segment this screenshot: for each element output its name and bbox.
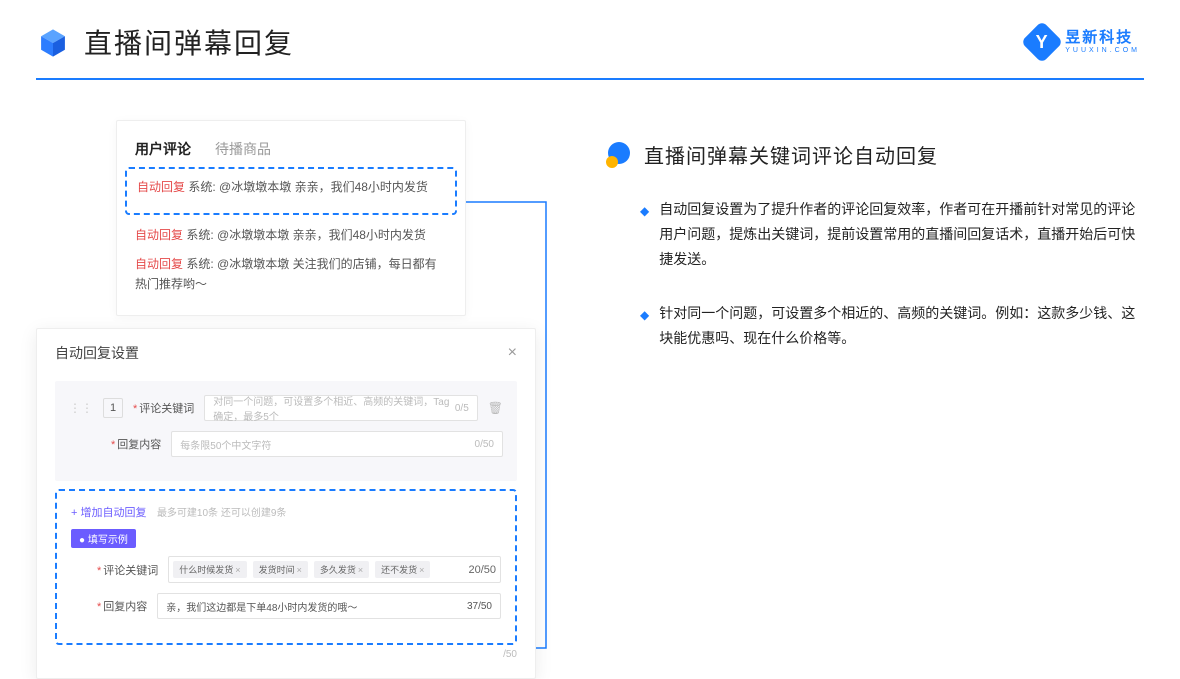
settings-header: 自动回复设置 × bbox=[55, 343, 517, 363]
system-label: 系统: bbox=[186, 228, 213, 242]
tag-item[interactable]: 多久发货× bbox=[314, 561, 369, 578]
bullet-text: 针对同一个问题，可设置多个相近的、高频的关键词。例如：这款多少钱、这块能优惠吗、… bbox=[659, 301, 1144, 351]
tab-pending-goods[interactable]: 待播商品 bbox=[215, 139, 271, 159]
keyword-input[interactable]: 对同一个问题，可设置多个相近、高频的关键词，Tag确定，最多5个 0/5 bbox=[204, 395, 477, 421]
comments-card: 用户评论 待播商品 自动回复 系统: @冰墩墩本墩 亲亲，我们48小时内发货 自… bbox=[116, 120, 466, 316]
keyword-placeholder: 对同一个问题，可设置多个相近、高频的关键词，Tag确定，最多5个 bbox=[213, 393, 455, 423]
keyword-label: *评论关键词 bbox=[133, 400, 194, 416]
bubble-icon bbox=[606, 142, 632, 168]
rule-number: 1 bbox=[103, 398, 123, 418]
comment-line: 自动回复 系统: @冰墩墩本墩 亲亲，我们48小时内发货 bbox=[137, 177, 445, 197]
right-title: 直播间弹幕关键词评论自动回复 bbox=[644, 140, 938, 169]
left-panel: 用户评论 待播商品 自动回复 系统: @冰墩墩本墩 亲亲，我们48小时内发货 自… bbox=[36, 120, 566, 379]
settings-title: 自动回复设置 bbox=[55, 343, 139, 363]
main: 用户评论 待播商品 自动回复 系统: @冰墩墩本墩 亲亲，我们48小时内发货 自… bbox=[0, 80, 1180, 379]
tag-item[interactable]: 什么时候发货× bbox=[173, 561, 246, 578]
drag-icon[interactable]: ⋮⋮ bbox=[69, 401, 93, 415]
bullet-text: 自动回复设置为了提升作者的评论回复效率，作者可在开播前针对常见的评论用户问题，提… bbox=[659, 197, 1144, 273]
comment-text: @冰墩墩本墩 亲亲，我们48小时内发货 bbox=[219, 180, 428, 194]
highlighted-reply: 自动回复 系统: @冰墩墩本墩 亲亲，我们48小时内发货 bbox=[125, 167, 457, 215]
reply-placeholder: 每条限50个中文字符 bbox=[180, 437, 271, 452]
example-tags-input[interactable]: 什么时候发货× 发货时间× 多久发货× 还不发货× 20/50 bbox=[168, 556, 501, 583]
cube-icon bbox=[36, 26, 68, 58]
reply-row: *回复内容 每条限50个中文字符 0/50 bbox=[69, 431, 503, 457]
add-reply-link[interactable]: + 增加自动回复 bbox=[71, 507, 146, 519]
example-box: + 增加自动回复 最多可建10条 还可以创建9条 ● 填写示例 *评论关键词 什… bbox=[55, 489, 517, 645]
right-header: 直播间弹幕关键词评论自动回复 bbox=[606, 140, 1144, 169]
system-label: 系统: bbox=[186, 257, 213, 271]
tag-item[interactable]: 发货时间× bbox=[253, 561, 308, 578]
comment-line: 自动回复 系统: @冰墩墩本墩 关注我们的店铺，每日都有热门推荐哟～ bbox=[135, 254, 447, 295]
brand-mark-icon: Y bbox=[1021, 21, 1063, 63]
brand-cn: 昱新科技 bbox=[1065, 30, 1140, 45]
brand-logo: Y 昱新科技 YUUXIN.COM bbox=[1027, 27, 1140, 57]
bullet-item: ◆ 针对同一个问题，可设置多个相近的、高频的关键词。例如：这款多少钱、这块能优惠… bbox=[606, 301, 1144, 351]
add-row: + 增加自动回复 最多可建10条 还可以创建9条 bbox=[71, 503, 501, 521]
auto-reply-tag: 自动回复 bbox=[135, 228, 183, 242]
comment-text: @冰墩墩本墩 亲亲，我们48小时内发货 bbox=[217, 228, 426, 242]
brand-en: YUUXIN.COM bbox=[1065, 47, 1140, 54]
bullet-item: ◆ 自动回复设置为了提升作者的评论回复效率，作者可在开播前针对常见的评论用户问题… bbox=[606, 197, 1144, 273]
system-label: 系统: bbox=[188, 180, 215, 194]
header-left: 直播间弹幕回复 bbox=[36, 22, 294, 62]
keyword-counter: 0/5 bbox=[455, 403, 469, 414]
auto-reply-tag: 自动回复 bbox=[137, 180, 185, 194]
comment-line: 自动回复 系统: @冰墩墩本墩 亲亲，我们48小时内发货 bbox=[135, 225, 447, 245]
comment-tabs: 用户评论 待播商品 bbox=[135, 139, 447, 159]
rule-group: ⋮⋮ 1 *评论关键词 对同一个问题，可设置多个相近、高频的关键词，Tag确定，… bbox=[55, 381, 517, 481]
example-reply-value: 亲，我们这边都是下单48小时内发货的哦～ bbox=[166, 599, 357, 614]
example-reply-row: *回复内容 亲，我们这边都是下单48小时内发货的哦～ 37/50 bbox=[71, 593, 501, 619]
auto-reply-tag: 自动回复 bbox=[135, 257, 183, 271]
keyword-row: ⋮⋮ 1 *评论关键词 对同一个问题，可设置多个相近、高频的关键词，Tag确定，… bbox=[69, 395, 503, 421]
footer-counter: /50 bbox=[55, 649, 517, 660]
example-kw-counter: 20/50 bbox=[468, 564, 496, 576]
reply-label: *回复内容 bbox=[111, 436, 161, 452]
brand-text: 昱新科技 YUUXIN.COM bbox=[1065, 30, 1140, 54]
right-panel: 直播间弹幕关键词评论自动回复 ◆ 自动回复设置为了提升作者的评论回复效率，作者可… bbox=[596, 120, 1144, 379]
example-badge: ● 填写示例 bbox=[71, 529, 136, 548]
reply-input[interactable]: 每条限50个中文字符 0/50 bbox=[171, 431, 503, 457]
example-rc-label: *回复内容 bbox=[97, 598, 147, 614]
diamond-icon: ◆ bbox=[640, 305, 649, 351]
tab-user-comments[interactable]: 用户评论 bbox=[135, 139, 191, 159]
settings-card: 自动回复设置 × ⋮⋮ 1 *评论关键词 对同一个问题，可设置多个相近、高频的关… bbox=[36, 328, 536, 679]
example-rc-counter: 37/50 bbox=[467, 601, 492, 612]
close-icon[interactable]: × bbox=[508, 344, 517, 362]
page-title: 直播间弹幕回复 bbox=[84, 22, 294, 62]
example-reply-input[interactable]: 亲，我们这边都是下单48小时内发货的哦～ 37/50 bbox=[157, 593, 501, 619]
example-kw-label: *评论关键词 bbox=[97, 562, 158, 578]
add-hint: 最多可建10条 还可以创建9条 bbox=[157, 508, 286, 519]
reply-counter: 0/50 bbox=[475, 439, 494, 450]
tag-item[interactable]: 还不发货× bbox=[375, 561, 430, 578]
diamond-icon: ◆ bbox=[640, 201, 649, 273]
example-keyword-row: *评论关键词 什么时候发货× 发货时间× 多久发货× 还不发货× 20/50 bbox=[71, 556, 501, 583]
delete-icon[interactable]: 🗑 bbox=[488, 401, 503, 415]
page-header: 直播间弹幕回复 Y 昱新科技 YUUXIN.COM bbox=[0, 0, 1180, 62]
